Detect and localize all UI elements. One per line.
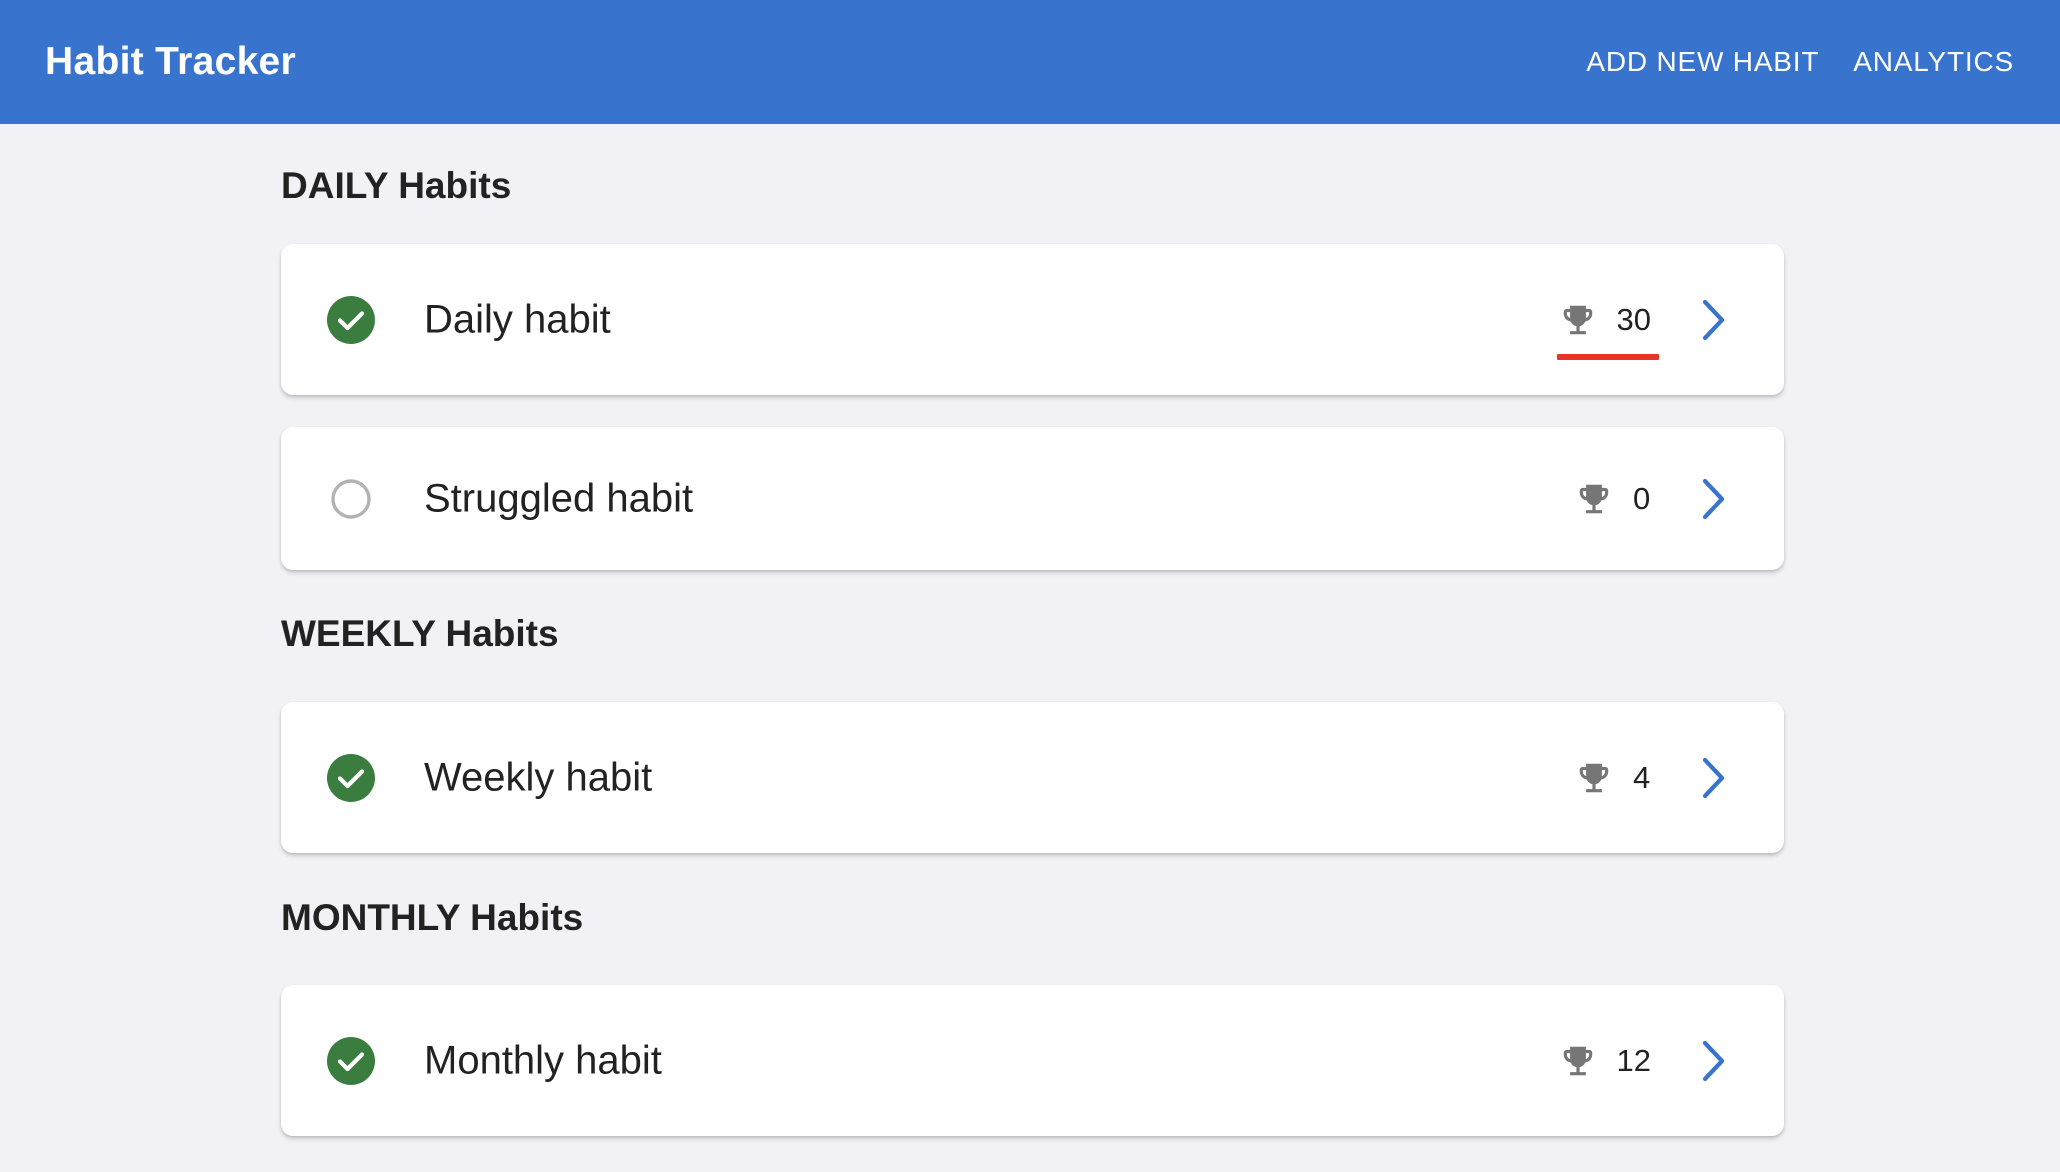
analytics-button[interactable]: ANALYTICS xyxy=(1853,46,2014,78)
streak-count: 0 xyxy=(1633,480,1651,516)
section-title-daily: DAILY Habits xyxy=(281,165,512,206)
streak-badge: 30 xyxy=(1556,296,1659,360)
streak-badge: 4 xyxy=(1575,754,1651,802)
chevron-right-icon[interactable] xyxy=(1698,1039,1728,1083)
top-nav: ADD NEW HABIT ANALYTICS xyxy=(1586,46,2014,78)
chevron-right-icon[interactable] xyxy=(1698,477,1728,521)
habit-card[interactable]: Struggled habit 0 xyxy=(281,427,1784,570)
check-circle-icon[interactable] xyxy=(327,753,375,802)
app-bar: Habit Tracker ADD NEW HABIT ANALYTICS xyxy=(0,0,2060,124)
habit-card[interactable]: Daily habit 30 xyxy=(281,244,1784,395)
habit-name: Monthly habit xyxy=(424,1038,662,1082)
streak-badge: 12 xyxy=(1559,1037,1651,1085)
section-title-monthly: MONTHLY Habits xyxy=(281,897,584,938)
add-new-habit-button[interactable]: ADD NEW HABIT xyxy=(1586,46,1819,78)
empty-circle-icon[interactable] xyxy=(327,475,375,523)
habit-card[interactable]: Weekly habit 4 xyxy=(281,702,1784,853)
chevron-right-icon[interactable] xyxy=(1698,756,1728,800)
chevron-right-icon[interactable] xyxy=(1698,298,1728,342)
trophy-icon xyxy=(1579,763,1609,792)
section-title-weekly: WEEKLY Habits xyxy=(281,613,559,654)
habit-name: Daily habit xyxy=(424,297,611,341)
app-title: Habit Tracker xyxy=(45,40,297,83)
check-circle-icon[interactable] xyxy=(327,1036,375,1085)
habit-list: DAILY Habits Daily habit 30 Struggled ha… xyxy=(281,124,1784,1136)
streak-count: 30 xyxy=(1616,301,1651,337)
streak-count: 4 xyxy=(1633,759,1651,795)
check-circle-icon[interactable] xyxy=(327,295,375,344)
habit-name: Weekly habit xyxy=(424,755,653,799)
habit-card[interactable]: Monthly habit 12 xyxy=(281,985,1784,1136)
streak-badge: 0 xyxy=(1575,475,1651,523)
habit-name: Struggled habit xyxy=(424,476,694,520)
trophy-icon xyxy=(1579,484,1609,513)
trophy-icon xyxy=(1563,1046,1592,1075)
streak-count: 12 xyxy=(1616,1042,1651,1078)
streak-highlight-underline xyxy=(1556,353,1659,360)
trophy-icon xyxy=(1563,305,1592,334)
